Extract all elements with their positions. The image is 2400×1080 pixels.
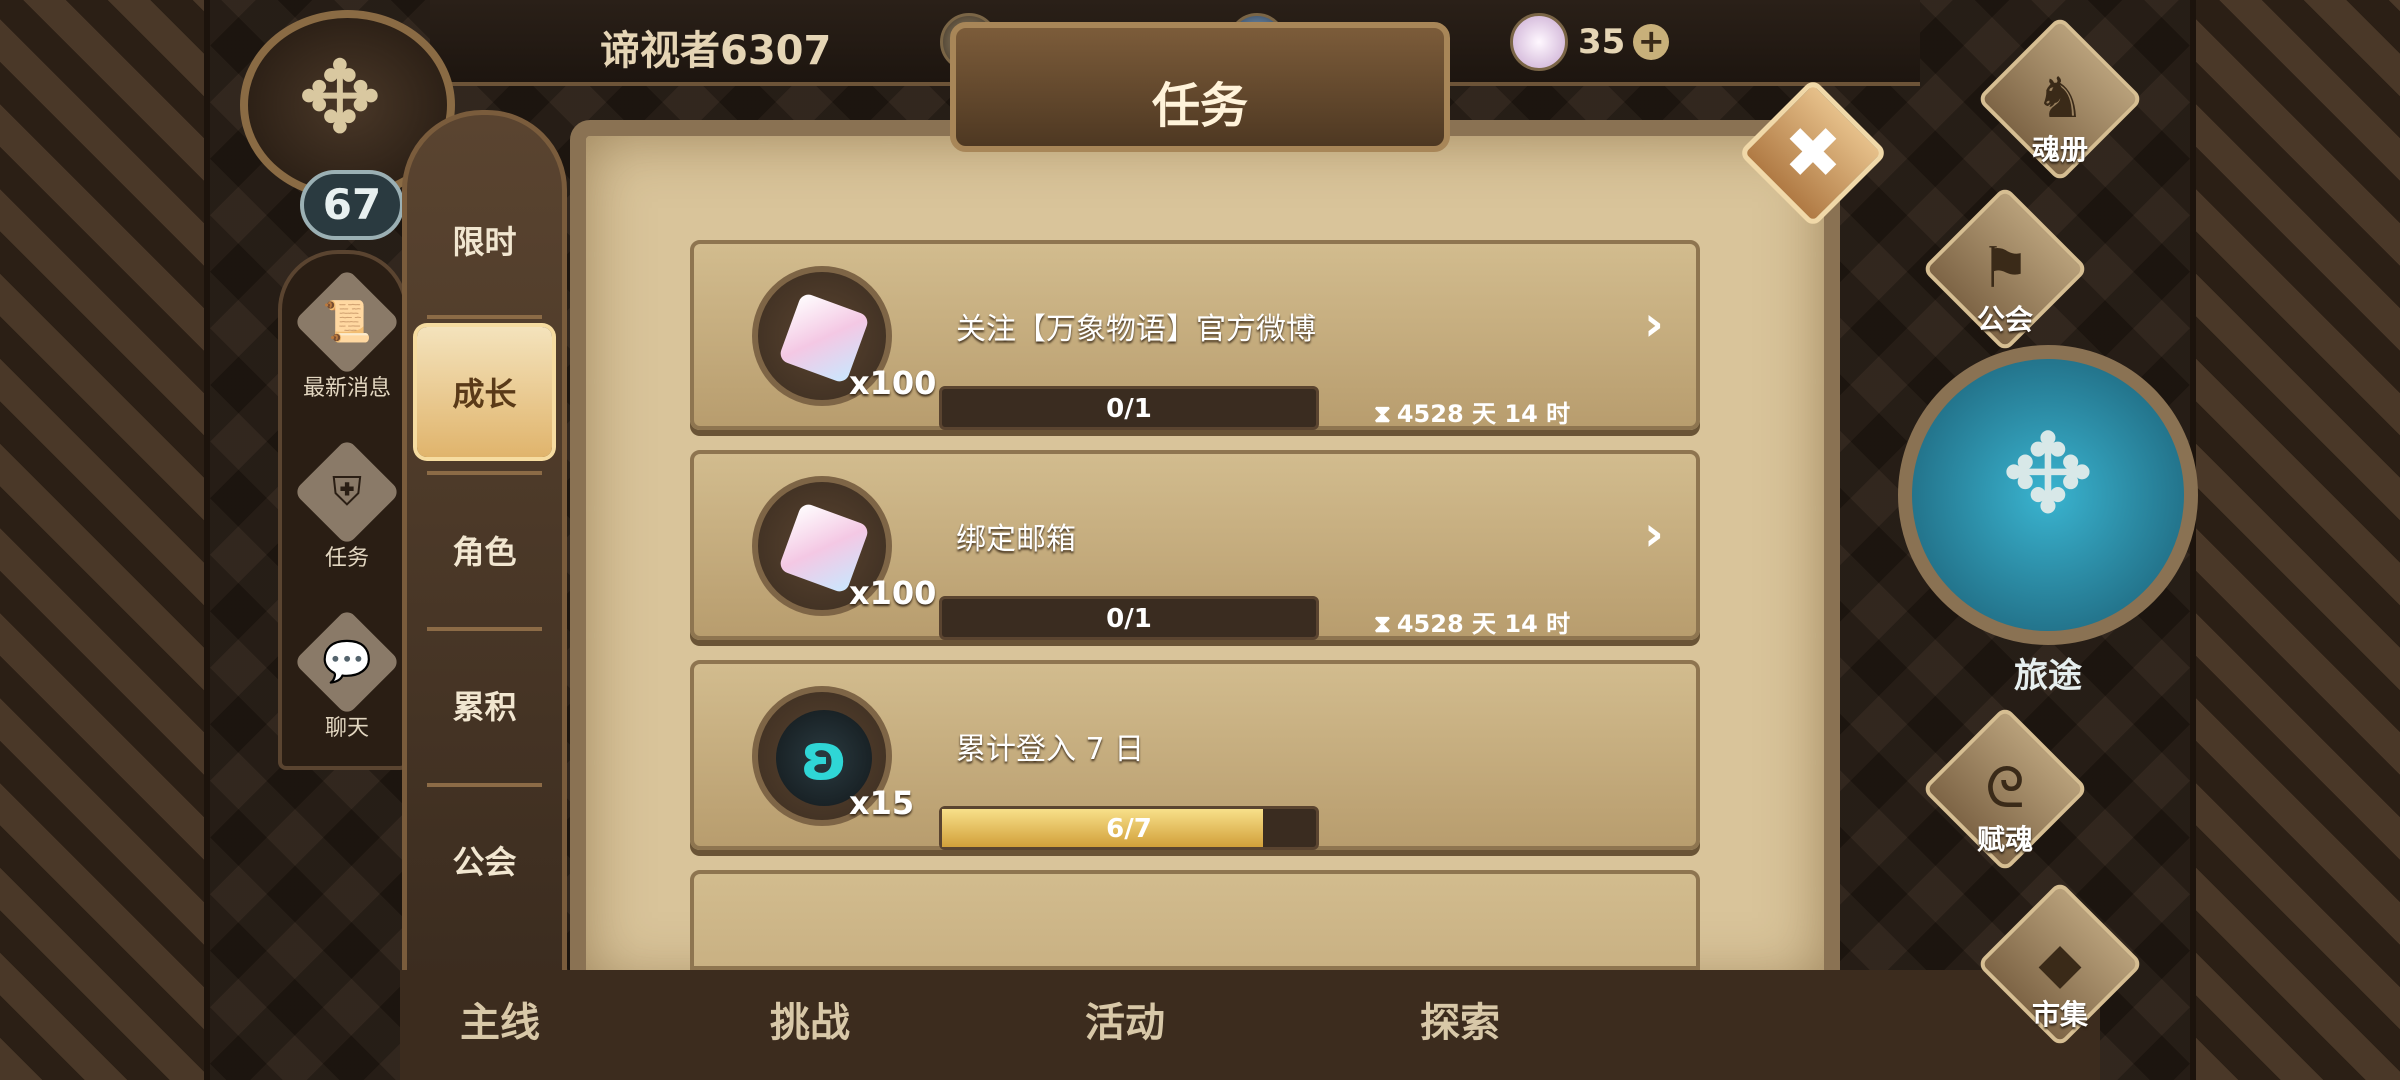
journey-button[interactable]: ✥ <box>1898 345 2198 645</box>
quest-timer: ⧗ 4528 天 14 时 <box>1374 604 1570 639</box>
shortcut-tasks-label: 任务 <box>324 546 369 571</box>
panel-title: 任务 <box>1151 78 1248 134</box>
category-tabs: 限时 成长 角色 累积 公会 <box>402 110 567 990</box>
left-border-pattern <box>0 0 210 1080</box>
quest-card[interactable]: ʚ x15 累计登入 7 日 6/7 <box>690 660 1700 850</box>
nav-market-label: 市集 <box>2031 998 2088 1031</box>
diamond-gem-icon <box>1510 13 1568 71</box>
shortcut-news-label: 最新消息 <box>302 376 391 401</box>
quest-progress-bar: 0/1 <box>939 596 1319 640</box>
quest-title: 绑定邮箱 <box>956 522 1076 557</box>
quest-timer: ⧗ 4528 天 14 时 <box>1374 394 1570 429</box>
nav-soul-book[interactable]: ♞ 魂册 <box>1960 15 2160 190</box>
tab-divider <box>427 627 542 631</box>
shortcut-chat-label: 聊天 <box>324 716 369 741</box>
journey-crest-icon: ✥ <box>2001 410 2095 538</box>
nav-soul-book-label: 魂册 <box>2031 133 2088 166</box>
tab-growth[interactable]: 成长 <box>417 327 552 457</box>
bottom-nav: 主线 挑战 活动 探索 <box>400 970 2100 1080</box>
hourglass-icon: ⧗ <box>1374 400 1391 428</box>
tab-cumulative[interactable]: 累积 <box>417 640 552 770</box>
close-icon: ✖ <box>1783 112 1843 194</box>
quest-progress-bar: 6/7 <box>939 806 1319 850</box>
tab-guild[interactable]: 公会 <box>417 795 552 925</box>
tab-divider <box>427 783 542 787</box>
reward-quantity: x15 <box>849 784 915 822</box>
quest-title: 累计登入 7 日 <box>956 732 1145 767</box>
panel-title-plate: 任务 <box>950 22 1450 152</box>
go-arrow-icon[interactable]: › <box>1644 506 1664 562</box>
nav-guild-label: 公会 <box>1976 303 2033 336</box>
right-border-pattern <box>2190 0 2400 1080</box>
shield-icon: ⛨ <box>293 438 401 546</box>
nav-events[interactable]: 活动 <box>1085 990 1165 1048</box>
scroll-icon: 📜 <box>293 268 401 376</box>
quest-card[interactable]: x100 绑定邮箱 › 0/1 ⧗ 4528 天 14 时 <box>690 450 1700 640</box>
add-gem-button[interactable]: + <box>1633 24 1670 60</box>
tab-divider <box>427 471 542 475</box>
quest-card-partial[interactable] <box>690 870 1700 970</box>
journey-label: 旅途 <box>2014 656 2082 696</box>
quest-title: 关注【万象物语】官方微博 <box>956 312 1316 347</box>
crest-icon: ✥ <box>298 39 382 156</box>
nav-main-story[interactable]: 主线 <box>460 990 540 1048</box>
left-shortcut-column: 📜 最新消息 ⛨ 任务 💬 聊天 <box>278 250 408 770</box>
nav-market[interactable]: ◆ 市集 <box>1960 880 2160 1055</box>
nav-challenge[interactable]: 挑战 <box>770 990 850 1048</box>
progress-text: 0/1 <box>1106 604 1152 634</box>
reward-quantity: x100 <box>849 574 937 612</box>
quest-progress-bar: 0/1 <box>939 386 1319 430</box>
tab-limited[interactable]: 限时 <box>417 175 552 305</box>
progress-text: 0/1 <box>1106 394 1152 424</box>
timer-text: 4528 天 14 时 <box>1396 610 1571 638</box>
reward-quantity: x100 <box>849 364 937 402</box>
nav-soul-flame-label: 赋魂 <box>1976 823 2033 856</box>
hourglass-icon: ⧗ <box>1374 610 1391 638</box>
resource-gem-value: 35 <box>1578 22 1626 62</box>
nav-explore[interactable]: 探索 <box>1420 990 1500 1048</box>
tab-divider <box>427 315 542 319</box>
shortcut-chat[interactable]: 💬 聊天 <box>282 608 412 742</box>
nav-soul-flame[interactable]: ᘓ 赋魂 <box>1905 705 2105 880</box>
timer-text: 4528 天 14 时 <box>1396 400 1571 428</box>
player-level-badge: 67 <box>300 170 404 240</box>
nav-guild[interactable]: ⚑ 公会 <box>1905 185 2105 360</box>
shortcut-news[interactable]: 📜 最新消息 <box>282 268 412 402</box>
shortcut-tasks[interactable]: ⛨ 任务 <box>282 438 412 572</box>
progress-text: 6/7 <box>1106 814 1152 844</box>
resource-gem[interactable]: 35 + <box>1510 12 1670 72</box>
go-arrow-icon[interactable]: › <box>1644 296 1664 352</box>
chat-bubble-icon: 💬 <box>293 608 401 716</box>
tab-character[interactable]: 角色 <box>417 485 552 615</box>
quest-card[interactable]: x100 关注【万象物语】官方微博 › 0/1 ⧗ 4528 天 14 时 <box>690 240 1700 430</box>
player-name: 谛视者6307 <box>600 28 832 74</box>
